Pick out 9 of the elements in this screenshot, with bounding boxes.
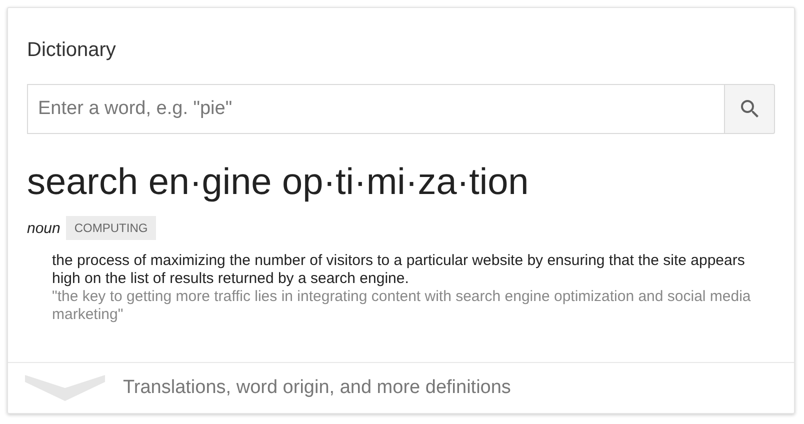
more-definitions-link[interactable]: Translations, word origin, and more definitions	[8, 362, 794, 413]
example-sentence: "the key to getting more traffic lies in integrating content with search engine optimization and social media marketing"	[52, 288, 752, 324]
search-field[interactable]: Enter a word, e.g. "pie"	[27, 84, 724, 134]
card-title: Dictionary	[27, 38, 117, 63]
subject-tag: COMPUTING	[66, 216, 156, 240]
search-button[interactable]	[724, 84, 775, 134]
part-of-speech: noun	[27, 220, 60, 236]
definition-text: the process of maximizing the number of visitors to a particular website by ensuring that the site appears high on the list of results returned by a search engine.	[52, 252, 746, 288]
headword: search en·gine op·ti·mi·za·tion	[27, 160, 530, 204]
